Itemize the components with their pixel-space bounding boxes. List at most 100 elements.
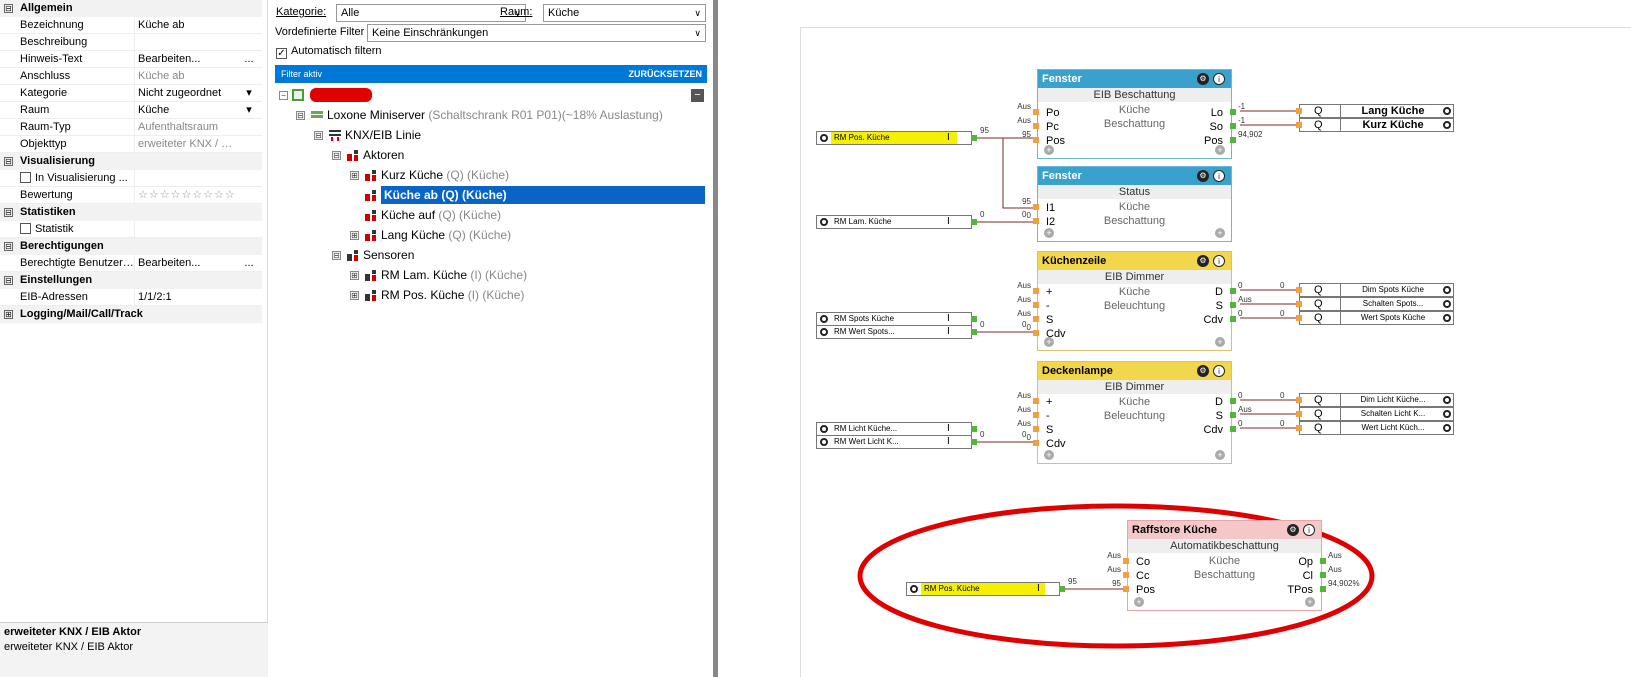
input-port[interactable] xyxy=(1033,123,1039,129)
virtual-input-rm_licht[interactable]: RM Licht Küche... I xyxy=(816,422,972,436)
virtual-input-rm_wert_licht[interactable]: RM Wert Licht K... I xyxy=(816,435,972,449)
input-port[interactable] xyxy=(1296,425,1302,431)
output-port[interactable] xyxy=(971,135,977,141)
virtual-output-wert_spots[interactable]: Q Wert Spots Küche xyxy=(1299,311,1454,325)
input-port[interactable] xyxy=(1296,397,1302,403)
output-port[interactable] xyxy=(1230,398,1236,404)
virtual-input-rm_wert_spots[interactable]: RM Wert Spots... I xyxy=(816,325,972,339)
output-port[interactable] xyxy=(1230,123,1236,129)
input-port[interactable] xyxy=(1033,204,1039,210)
add-input-icon[interactable]: + xyxy=(1134,597,1144,607)
input-port[interactable] xyxy=(1033,330,1039,336)
connector-icon xyxy=(820,218,828,226)
output-port[interactable] xyxy=(971,426,977,432)
connector-icon xyxy=(820,425,828,433)
input-port[interactable] xyxy=(1033,109,1039,115)
input-port[interactable] xyxy=(1033,288,1039,294)
input-value-tag: Aus xyxy=(1017,281,1031,290)
logic-block-fenster2[interactable]: Fenster ⚙ i Status Küche Beschattung I1 I2 + + xyxy=(1037,166,1232,242)
virtual-output-kurz[interactable]: Q Kurz Küche xyxy=(1299,118,1454,132)
input-port[interactable] xyxy=(1033,218,1039,224)
add-output-icon[interactable]: + xyxy=(1215,228,1225,238)
info-icon[interactable]: i xyxy=(1213,255,1225,267)
output-port[interactable] xyxy=(971,316,977,322)
block-output-label: Cdv xyxy=(1203,314,1223,326)
output-port[interactable] xyxy=(1320,572,1326,578)
output-port[interactable] xyxy=(1320,558,1326,564)
input-port[interactable] xyxy=(1033,137,1039,143)
input-port[interactable] xyxy=(1033,302,1039,308)
output-port[interactable] xyxy=(1230,316,1236,322)
add-input-icon[interactable]: + xyxy=(1044,337,1054,347)
input-name: RM Spots Küche xyxy=(834,314,895,323)
virtual-output-dim_spots[interactable]: Q Dim Spots Küche xyxy=(1299,283,1454,297)
settings-icon[interactable]: ⚙ xyxy=(1197,255,1209,267)
add-input-icon[interactable]: + xyxy=(1044,450,1054,460)
input-port[interactable] xyxy=(1033,316,1039,322)
input-port[interactable] xyxy=(1296,315,1302,321)
input-port[interactable] xyxy=(1033,412,1039,418)
input-value-tag: Aus xyxy=(1017,102,1031,111)
virtual-output-lang[interactable]: Q Lang Küche xyxy=(1299,104,1454,118)
output-value-tag: 94,902% xyxy=(1328,579,1360,588)
input-port[interactable] xyxy=(1033,398,1039,404)
virtual-input-rm_pos_1[interactable]: RM Pos. Küche I xyxy=(816,131,972,145)
block-input-label: + xyxy=(1046,286,1053,298)
input-port[interactable] xyxy=(1296,411,1302,417)
input-port[interactable] xyxy=(1296,122,1302,128)
output-port[interactable] xyxy=(1230,288,1236,294)
logic-block-deckenlampe[interactable]: Deckenlampe ⚙ i EIB Dimmer Küche Beleuchtung +… xyxy=(1037,361,1232,464)
output-port[interactable] xyxy=(971,329,977,335)
input-type-indicator: I xyxy=(947,313,950,324)
input-port[interactable] xyxy=(1296,108,1302,114)
input-name: RM Pos. Küche xyxy=(834,133,890,142)
add-output-icon[interactable]: + xyxy=(1215,450,1225,460)
input-port[interactable] xyxy=(1033,426,1039,432)
output-port[interactable] xyxy=(1059,586,1065,592)
input-port[interactable] xyxy=(1296,287,1302,293)
info-icon[interactable]: i xyxy=(1213,170,1225,182)
output-name: Dim Spots Küche xyxy=(1362,285,1424,294)
input-port[interactable] xyxy=(1123,572,1129,578)
output-port[interactable] xyxy=(1230,109,1236,115)
input-port[interactable] xyxy=(1123,558,1129,564)
wire-value-tag: 0 xyxy=(1022,210,1027,219)
logic-block-raffstore[interactable]: Raffstore Küche ⚙ i Automatikbeschattung Küc… xyxy=(1127,520,1322,611)
output-port[interactable] xyxy=(1320,586,1326,592)
output-port[interactable] xyxy=(1230,426,1236,432)
block-input-label: + xyxy=(1046,396,1053,408)
input-name: RM Wert Licht K... xyxy=(834,437,899,446)
info-icon[interactable]: i xyxy=(1213,365,1225,377)
output-port[interactable] xyxy=(1230,302,1236,308)
block-output-label: D xyxy=(1215,286,1223,298)
input-port[interactable] xyxy=(1296,301,1302,307)
info-icon[interactable]: i xyxy=(1303,524,1315,536)
virtual-output-wert_licht[interactable]: Q Wert Licht Küch... xyxy=(1299,421,1454,435)
virtual-output-schalten_spots[interactable]: Q Schalten Spots... xyxy=(1299,297,1454,311)
add-input-icon[interactable]: + xyxy=(1044,145,1054,155)
logic-block-fenster1[interactable]: Fenster ⚙ i EIB Beschattung Küche Beschattung… xyxy=(1037,69,1232,159)
virtual-input-rm_lam[interactable]: RM Lam. Küche I xyxy=(816,215,972,229)
virtual-output-schalten_licht[interactable]: Q Schalten Licht K... xyxy=(1299,407,1454,421)
input-port[interactable] xyxy=(1123,586,1129,592)
add-input-icon[interactable]: + xyxy=(1044,228,1054,238)
info-icon[interactable]: i xyxy=(1213,73,1225,85)
connector-icon xyxy=(1443,286,1451,294)
output-port[interactable] xyxy=(1230,412,1236,418)
settings-icon[interactable]: ⚙ xyxy=(1197,170,1209,182)
virtual-input-rm_pos_2[interactable]: RM Pos. Küche I xyxy=(906,582,1060,596)
input-type-indicator: I xyxy=(947,216,950,227)
input-port[interactable] xyxy=(1033,440,1039,446)
add-output-icon[interactable]: + xyxy=(1215,337,1225,347)
virtual-output-dim_licht[interactable]: Q Dim Licht Küche... xyxy=(1299,393,1454,407)
add-output-icon[interactable]: + xyxy=(1215,145,1225,155)
output-port[interactable] xyxy=(971,439,977,445)
add-output-icon[interactable]: + xyxy=(1305,597,1315,607)
logic-block-kuechenzeile[interactable]: Küchenzeile ⚙ i EIB Dimmer Küche Beleuchtung +… xyxy=(1037,251,1232,351)
output-port[interactable] xyxy=(1230,137,1236,143)
settings-icon[interactable]: ⚙ xyxy=(1287,524,1299,536)
settings-icon[interactable]: ⚙ xyxy=(1197,73,1209,85)
virtual-input-rm_spots[interactable]: RM Spots Küche I xyxy=(816,312,972,326)
output-port[interactable] xyxy=(971,219,977,225)
settings-icon[interactable]: ⚙ xyxy=(1197,365,1209,377)
